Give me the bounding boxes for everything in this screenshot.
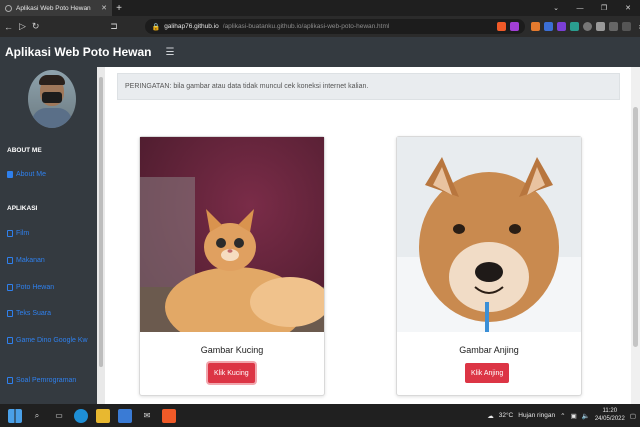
sidebar-item-label: Game Dino Google Kw xyxy=(16,337,88,344)
minimize-icon[interactable]: — xyxy=(568,5,592,12)
volume-icon[interactable]: 🔈 xyxy=(582,412,590,420)
extension-icon[interactable] xyxy=(557,22,567,31)
browser-tab-strip: Aplikasi Web Poto Hewan ✕ + ⌄ — ❐ ✕ xyxy=(0,0,640,16)
system-tray: ☁ 32°C Hujan ringan ⌃ ▣ 🔈 11:20 24/05/20… xyxy=(487,408,636,422)
sidebar-item-label: Soal Pemrograman xyxy=(16,377,77,384)
sidebar-scrollbar[interactable] xyxy=(97,67,105,404)
bookmark-icon[interactable]: ⊐ xyxy=(108,21,120,32)
sidebar-item-makanan[interactable]: Makanan xyxy=(7,256,92,265)
notification-icon[interactable]: ▢ xyxy=(630,412,636,420)
cat-photo xyxy=(140,137,324,332)
main-content: PERINGATAN: bila gambar atau data tidak … xyxy=(105,67,631,404)
sidebar-item-label: About Me xyxy=(16,171,46,178)
mail-icon[interactable]: ✉ xyxy=(140,409,154,423)
url-path: /aplikasi-buatanku.github.io/aplikasi-we… xyxy=(222,23,390,30)
edge-icon[interactable] xyxy=(74,408,88,423)
chevron-up-icon[interactable]: ⌃ xyxy=(560,412,565,420)
page-scrollbar[interactable] xyxy=(631,67,640,404)
klik-kucing-button[interactable]: Klik Kucing xyxy=(208,363,255,383)
windows-taskbar: ⌕ ▭ ✉ ☁ 32°C Hujan ringan ⌃ ▣ 🔈 11:20 24… xyxy=(0,404,640,427)
sidebar-item-label: Film xyxy=(16,230,30,237)
sidebar-scroll-thumb[interactable] xyxy=(99,77,103,367)
url-host: galihap76.github.io xyxy=(164,23,219,30)
brave-shield-icon[interactable] xyxy=(497,22,507,31)
food-icon xyxy=(7,257,13,265)
avatar-body xyxy=(32,108,72,128)
arrow-right-icon[interactable]: ▷ xyxy=(19,21,26,32)
card-dog: Gambar Anjing Klik Anjing xyxy=(396,136,582,396)
user-icon xyxy=(7,171,13,179)
sidebar-item-poto-hewan[interactable]: Poto Hewan xyxy=(7,283,92,292)
brave-browser-icon[interactable] xyxy=(162,408,176,423)
card-cat: Gambar Kucing Klik Kucing xyxy=(139,136,325,396)
store-icon[interactable] xyxy=(118,408,132,423)
extension-icon[interactable] xyxy=(544,22,554,31)
weather-text[interactable]: Hujan ringan xyxy=(518,412,555,419)
sidebar-item-label: Poto Hewan xyxy=(16,284,55,291)
sidebar-item-film[interactable]: Film xyxy=(7,229,92,238)
card-title-cat: Gambar Kucing xyxy=(200,345,264,355)
chevron-down-icon[interactable]: ⌄ xyxy=(544,4,568,12)
tab-title: Aplikasi Web Poto Hewan xyxy=(16,4,91,12)
avatar xyxy=(28,70,76,128)
new-tab-button[interactable]: + xyxy=(112,0,126,16)
sidebar: ABOUT ME About Me APLIKASI Film Makanan … xyxy=(0,67,97,404)
arrow-left-icon[interactable]: ← xyxy=(4,22,13,32)
task-view-icon[interactable]: ▭ xyxy=(52,409,66,423)
image-icon xyxy=(7,284,13,292)
close-window-icon[interactable]: ✕ xyxy=(616,4,640,12)
sidebar-item-game-dino[interactable]: Game Dino Google Kw xyxy=(7,336,92,345)
clock-time: 11:20 xyxy=(602,408,618,415)
window-controls: ⌄ — ❐ ✕ xyxy=(544,0,640,16)
speaker-icon xyxy=(7,310,13,318)
brave-rewards-icon[interactable] xyxy=(510,22,520,31)
brand-title[interactable]: Aplikasi Web Poto Hewan xyxy=(5,45,151,59)
sidebar-item-teks-suara[interactable]: Teks Suara xyxy=(7,309,92,318)
lock-icon: 🔒 xyxy=(151,23,161,31)
sidebar-item-soal-pemrograman[interactable]: Soal Pemrograman xyxy=(7,376,92,385)
sidebar-item-label: Makanan xyxy=(16,257,45,264)
weather-icon[interactable]: ☁ xyxy=(487,412,494,420)
browser-toolbar: ← ▷ ↻ ⊐ 🔒 galihap76.github.io/aplikasi-b… xyxy=(0,16,640,37)
browser-tab[interactable]: Aplikasi Web Poto Hewan ✕ xyxy=(0,0,112,16)
menu-icon[interactable]: ≡ xyxy=(635,22,640,32)
page-scroll-thumb[interactable] xyxy=(633,107,638,347)
clock[interactable]: 11:20 24/05/2022 xyxy=(595,408,625,422)
reload-icon[interactable]: ↻ xyxy=(32,21,40,32)
address-bar[interactable]: 🔒 galihap76.github.io/aplikasi-buatanku.… xyxy=(145,19,526,34)
game-icon xyxy=(7,337,13,345)
weather-temp[interactable]: 32°C xyxy=(499,412,514,419)
sidebar-icon[interactable] xyxy=(609,22,619,31)
extension-icon[interactable] xyxy=(583,22,593,31)
cat-image xyxy=(140,137,324,332)
globe-icon xyxy=(5,4,12,12)
sidebar-item-about-me[interactable]: About Me xyxy=(7,170,92,179)
card-title-dog: Gambar Anjing xyxy=(459,345,519,355)
network-icon[interactable]: ▣ xyxy=(571,412,577,420)
extension-icon[interactable] xyxy=(570,22,580,31)
windows-start-icon[interactable] xyxy=(8,408,22,423)
klik-anjing-button[interactable]: Klik Anjing xyxy=(465,363,510,383)
avatar-mask xyxy=(42,92,62,103)
film-icon xyxy=(7,230,13,238)
puzzle-icon[interactable] xyxy=(596,22,606,31)
app-navbar: Aplikasi Web Poto Hewan ☰ xyxy=(0,37,640,67)
avatar-hair xyxy=(39,75,65,85)
dog-photo xyxy=(397,137,581,332)
extension-icons: ≡ xyxy=(531,22,640,32)
search-icon[interactable]: ⌕ xyxy=(30,409,44,423)
hamburger-icon[interactable]: ☰ xyxy=(165,47,174,58)
code-icon xyxy=(7,377,13,385)
close-tab-icon[interactable]: ✕ xyxy=(101,4,107,12)
file-explorer-icon[interactable] xyxy=(96,408,110,423)
extension-icon[interactable] xyxy=(531,22,541,31)
sidebar-heading-about: ABOUT ME xyxy=(7,147,42,154)
dog-image xyxy=(397,137,581,332)
wallet-icon[interactable] xyxy=(622,22,632,31)
clock-date: 24/05/2022 xyxy=(594,415,625,422)
warning-alert: PERINGATAN: bila gambar atau data tidak … xyxy=(117,73,620,100)
sidebar-item-label: Teks Suara xyxy=(16,310,52,317)
sidebar-heading-aplikasi: APLIKASI xyxy=(7,205,38,212)
restore-icon[interactable]: ❐ xyxy=(592,4,616,12)
